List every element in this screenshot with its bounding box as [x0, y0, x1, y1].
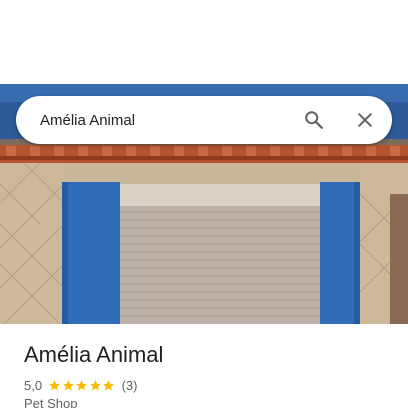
star-icon: [62, 379, 74, 390]
place-title: Amélia Animal: [24, 342, 164, 367]
close-button[interactable]: [349, 104, 381, 136]
rating-row[interactable]: 5,0 (3): [24, 376, 137, 394]
search-bar: [16, 96, 392, 144]
review-count[interactable]: (3): [122, 378, 138, 393]
place-category[interactable]: Pet Shop: [24, 396, 78, 408]
star-icon: [89, 379, 101, 390]
search-input[interactable]: [40, 96, 290, 144]
close-icon: [358, 113, 372, 127]
star-icon: [49, 379, 60, 390]
map-blank-area: [0, 0, 408, 84]
search-button[interactable]: [298, 104, 330, 136]
search-icon: [305, 111, 323, 129]
star-rating: [48, 379, 116, 392]
star-icon: [76, 379, 87, 390]
star-icon: [103, 379, 114, 390]
rating-value: 5,0: [24, 377, 43, 393]
